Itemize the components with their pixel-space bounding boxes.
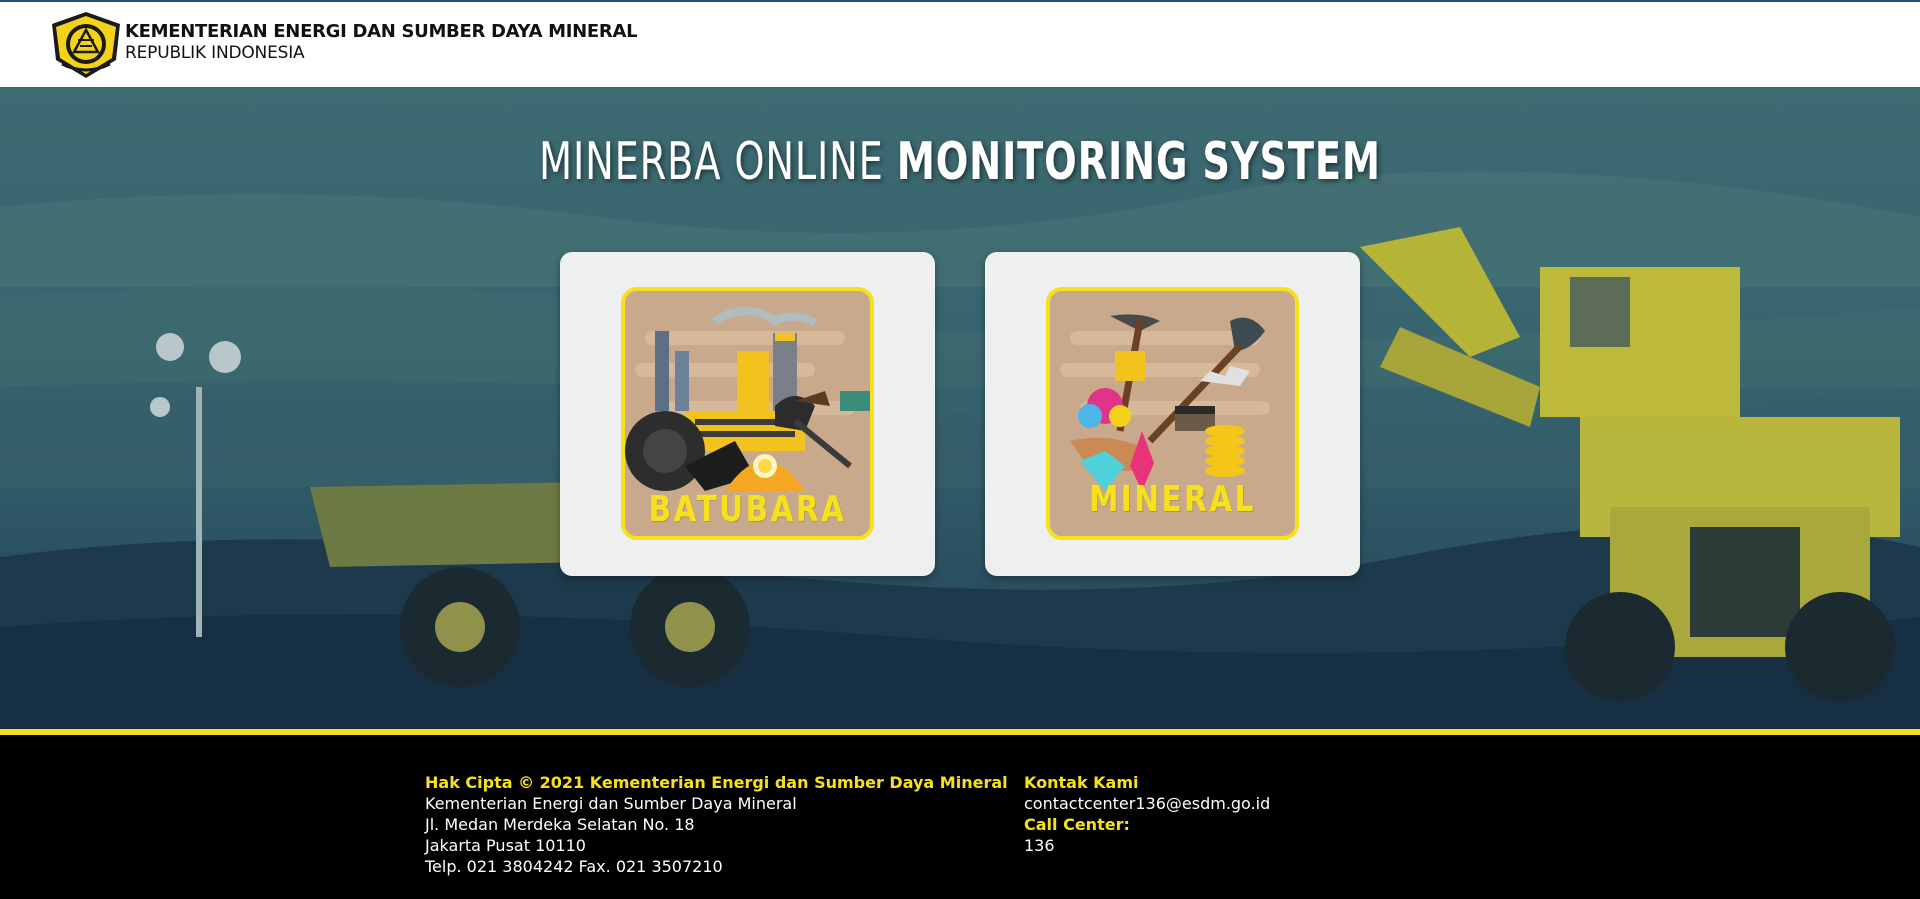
contact-email-link[interactable]: contactcenter136@esdm.go.id [1024,793,1270,814]
mineral-label: MINERAL [1089,479,1256,520]
batubara-label: BATUBARA [648,489,847,530]
org-name-text: KEMENTERIAN ENERGI DAN SUMBER DAYA MINER… [125,21,638,42]
footer-address-column: Hak Cipta © 2021 Kementerian Energi dan … [425,772,1008,877]
footer-contact-column: Kontak Kami contactcenter136@esdm.go.id … [1024,772,1270,856]
organization-name: KEMENTERIAN ENERGI DAN SUMBER DAYA MINER… [125,21,638,63]
hero-section: MINERBA ONLINE MONITORING SYSTEM BATUBAR… [0,87,1920,729]
batubara-card[interactable]: BATUBARA [560,252,935,576]
call-center-number: 136 [1024,836,1055,855]
esdm-emblem-icon[interactable] [48,10,124,80]
page-title: MINERBA ONLINE MONITORING SYSTEM [173,132,1747,192]
address-line: Jakarta Pusat 10110 [425,836,586,855]
site-footer: Hak Cipta © 2021 Kementerian Energi dan … [0,729,1920,899]
batubara-tile[interactable]: BATUBARA [621,287,874,540]
copyright-text: Hak Cipta © 2021 Kementerian Energi dan … [425,773,1008,792]
mineral-tile[interactable]: MINERAL [1046,287,1299,540]
org-sub-text: REPUBLIK INDONESIA [125,43,305,63]
address-line: Telp. 021 3804242 Fax. 021 3507210 [425,857,723,876]
address-line: Kementerian Energi dan Sumber Daya Miner… [425,794,797,813]
call-center-heading: Call Center: [1024,815,1130,834]
mineral-card[interactable]: MINERAL [985,252,1360,576]
site-header: KEMENTERIAN ENERGI DAN SUMBER DAYA MINER… [0,0,1920,87]
contact-heading: Kontak Kami [1024,773,1139,792]
title-light-text: MINERBA ONLINE [539,132,884,192]
title-bold-text: MONITORING SYSTEM [896,132,1381,192]
address-line: Jl. Medan Merdeka Selatan No. 18 [425,815,695,834]
